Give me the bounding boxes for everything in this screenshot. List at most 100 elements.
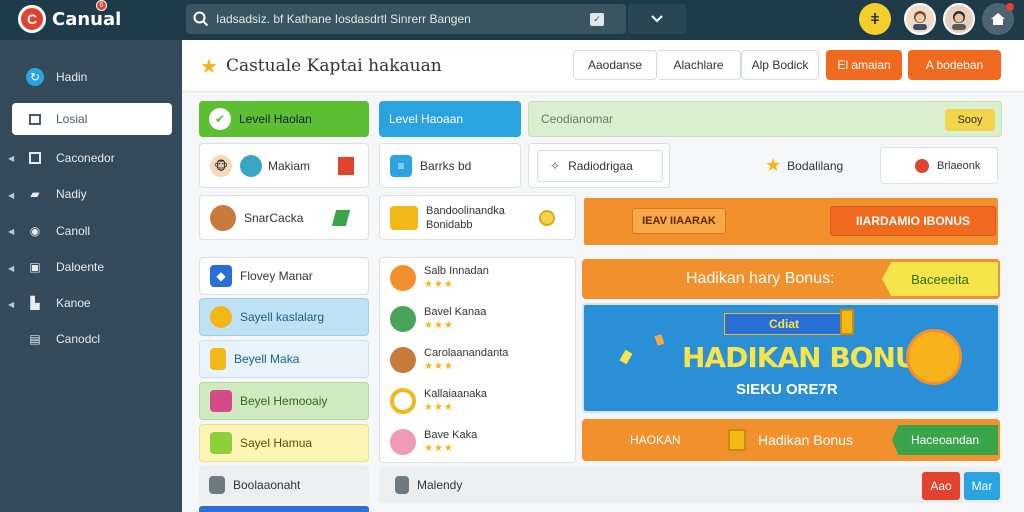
card-bodalilang[interactable]: ★ Bodalilang [673, 143, 878, 188]
page-title-text: Castuale Kaptai hakauan [225, 56, 442, 76]
bonus-bar[interactable]: Hadikan hary Bonus: Baceeeita [582, 259, 1000, 299]
sidebar-item-losial[interactable]: Losial [12, 103, 172, 135]
header-button-1[interactable]: Aaodanse [573, 50, 657, 80]
rating-stars: ★★★ [424, 360, 454, 372]
list-item[interactable]: Salb Innadan ★★★ [380, 258, 575, 299]
level-label: Level Haoaan [389, 112, 464, 126]
card-radio[interactable]: ✧ Radiodrigaa [528, 143, 670, 188]
card-brlaeonk[interactable]: Brlaeonk [880, 147, 998, 184]
sidebar-item-label: Nadiy [56, 187, 87, 201]
bonus-bar-button[interactable]: Baceeeita [882, 262, 998, 296]
header-button-2[interactable]: Alachlare [657, 50, 741, 80]
list-item-sayell[interactable]: Sayell kaslalarg [199, 298, 369, 336]
list-item-label: Bavel Kanaa [424, 306, 487, 319]
sidebar-item-canodcl[interactable]: ▤ Canodcl [12, 323, 172, 355]
list-item[interactable]: Bavel Kanaa ★★★ [380, 299, 575, 340]
leaf-icon [210, 432, 232, 454]
sidebar-item-hadin[interactable]: ↻ Hadin [12, 61, 172, 93]
level-button-green[interactable]: ✔ Leveil Haolan [199, 101, 369, 137]
list-item[interactable]: Kallaiaanaka ★★★ [380, 380, 575, 421]
ring-icon [390, 387, 416, 414]
card-makiam[interactable]: 🐵 Makiam [199, 143, 369, 188]
search-icon[interactable] [186, 4, 216, 34]
card-bandoo[interactable]: Bandoolinandka Bonidabb [379, 195, 576, 240]
list-item-boolaa[interactable]: Boolaaonaht [199, 466, 369, 504]
list-icon: ▤ [29, 332, 41, 346]
sidebar-item-label: Daloente [56, 260, 105, 274]
list-item-beyel[interactable]: Beyel Hemooaiy [199, 382, 369, 420]
level-button-blue[interactable]: Level Haoaan [379, 101, 521, 137]
banner-left-button[interactable]: IEAV IIAARAK [632, 208, 726, 234]
chevron-down-icon[interactable] [628, 4, 686, 34]
header-button-3[interactable]: Alp Bodick [741, 50, 819, 80]
list-item-label: Kallaiaanaka [424, 387, 487, 400]
bonus-strip-label: HAOKAN [630, 433, 681, 447]
coin-icon[interactable]: ǂ [859, 3, 891, 35]
avatar[interactable] [904, 3, 936, 35]
banner-right-button[interactable]: IIARDAMIO IBONUS [830, 206, 996, 236]
avatar[interactable] [943, 3, 975, 35]
radio-button[interactable]: ✧ Radiodrigaa [537, 150, 663, 182]
sidebar-item-label: Canodcl [56, 332, 101, 346]
home-icon[interactable] [982, 3, 1014, 35]
rating-stars: ★★★ [424, 401, 454, 413]
blue-button[interactable]: Mar [964, 472, 1000, 500]
search-go-button[interactable]: Sooy [945, 109, 995, 131]
pig-icon [390, 428, 416, 455]
list-item[interactable]: Bave Kaka ★★★ [380, 421, 575, 462]
list-item-beyell[interactable]: Beyell Maka [199, 340, 369, 378]
footer-label: Malendy [417, 478, 463, 492]
list-item-label: Bave Kaka [424, 428, 478, 441]
bonus-strip-text: Hadikan Bonus [758, 432, 853, 448]
square-icon [26, 110, 44, 128]
box-icon [338, 156, 354, 175]
card-label: Barrks bd [420, 158, 472, 173]
star-icon: ★ [200, 54, 218, 78]
app-icon: ◆ [210, 265, 232, 287]
list-item-label: Salb Innadan [424, 265, 489, 278]
hero-ribbon: Cdiat [724, 313, 844, 335]
search-field[interactable]: Ceodianomar Sooy [528, 101, 1002, 137]
card-barrks[interactable]: ≡ Barrks bd [379, 143, 521, 188]
reward-banner[interactable]: IEAV IIAARAK IIARDAMIO IBONUS [582, 196, 1000, 247]
shield-icon[interactable]: ✓ [590, 12, 604, 26]
logo-mark: C [18, 5, 46, 33]
puzzle-icon [210, 390, 232, 412]
document-icon [395, 476, 409, 494]
list-item-label: Boolaaonaht [233, 478, 301, 492]
card-label: Radiodrigaa [568, 159, 633, 173]
card-label: Makiam [268, 158, 311, 173]
folder-icon: ▰ [30, 187, 40, 201]
top-right-icons: ǂ [859, 3, 1014, 35]
sidebar-item-label: Hadin [56, 70, 88, 84]
bonus-strip-button[interactable]: Haceoandan [892, 425, 998, 455]
search-field-value: Ceodianomar [541, 112, 614, 126]
bar-icon [210, 348, 226, 370]
red-button[interactable]: Aao [922, 472, 960, 500]
page-title: ★ Castuale Kaptai hakauan [200, 54, 442, 78]
sidebar-item-kanoe[interactable]: ▙ Kanoe [12, 287, 172, 319]
footer-strip: Malendy Aao Mar [379, 467, 1002, 503]
sidebar-item-daloente[interactable]: ▣ Daloente [12, 251, 172, 283]
chest-icon [390, 205, 418, 230]
bonus-hero-banner[interactable]: Cdiat HADIKAN BONUS SIEKU ORE7R [582, 303, 1000, 413]
list-item[interactable]: Carolaanandanta ★★★ [380, 340, 575, 381]
confetti-icon [619, 349, 633, 365]
coin-icon [539, 209, 555, 226]
sidebar-item-canoll[interactable]: ◉ Canoll [12, 215, 172, 247]
list-item-flovey[interactable]: ◆ Flovey Manar [199, 257, 369, 295]
sidebar-item-caconedor[interactable]: Caconedor [12, 142, 172, 174]
card-snarcacka[interactable]: SnarCacka [199, 195, 369, 240]
sidebar-item-nadiy[interactable]: ▰ Nadiy [12, 178, 172, 210]
card-label: Brlaeonk [937, 159, 981, 172]
header-button-4[interactable]: El amaian [826, 50, 902, 80]
refresh-icon: ↻ [26, 68, 44, 86]
bonus-strip[interactable]: HAOKAN Hadikan Bonus Haceoandan [582, 419, 1000, 461]
sidebar-item-label: Kanoe [56, 296, 91, 310]
list-item-sayel[interactable]: Sayel Hamua [199, 424, 369, 462]
header-button-5[interactable]: A bodeban [908, 50, 1001, 80]
app-logo[interactable]: C Canual [18, 5, 121, 33]
bonus-bar-text: Hadikan hary Bonus: [686, 270, 835, 287]
search-input[interactable] [216, 12, 586, 26]
list-item-partial[interactable] [199, 506, 369, 512]
